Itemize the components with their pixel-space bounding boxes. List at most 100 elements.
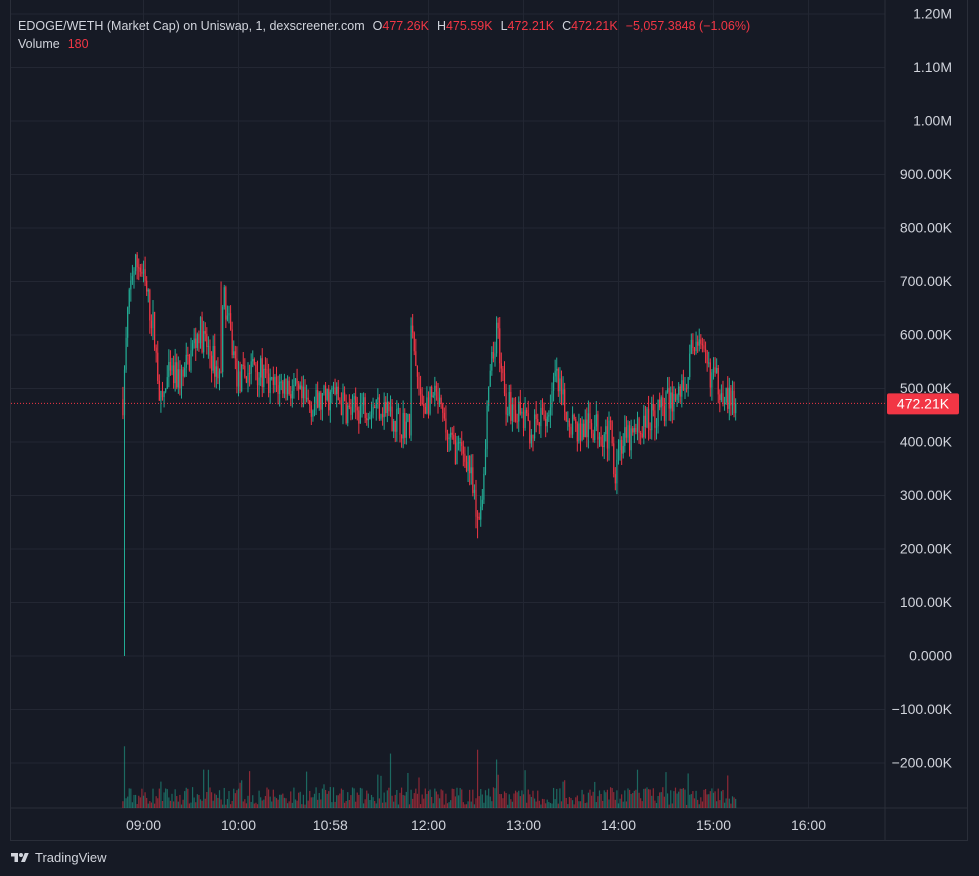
volume-bar bbox=[499, 794, 501, 808]
candle-body bbox=[473, 489, 476, 493]
volume-bar bbox=[654, 800, 656, 808]
candle-body bbox=[293, 384, 295, 391]
volume-bar bbox=[431, 796, 433, 808]
candle-body bbox=[302, 386, 305, 399]
candle-body bbox=[598, 436, 601, 440]
candle-body bbox=[575, 419, 577, 424]
candle-body bbox=[552, 376, 555, 391]
candle-body bbox=[478, 516, 480, 520]
tradingview-brand: TradingView bbox=[35, 850, 107, 865]
candle-body bbox=[554, 370, 556, 377]
volume-bar bbox=[497, 774, 499, 808]
volume-bar bbox=[674, 787, 677, 808]
candle-body bbox=[687, 376, 689, 389]
candlestick-chart[interactable]: 1.20M 1.10M 1.00M 900.00K 800.00K 700.00K 600.… bbox=[0, 0, 979, 876]
candle-body bbox=[320, 392, 322, 410]
candle-body bbox=[725, 387, 727, 403]
candle-body bbox=[255, 364, 257, 372]
volume-bar bbox=[286, 803, 289, 808]
x-tick-label: 09:00 bbox=[126, 817, 161, 833]
candle-body bbox=[155, 347, 157, 353]
volume-bar bbox=[324, 789, 327, 808]
candle-body bbox=[184, 367, 186, 377]
close-label: C bbox=[562, 19, 572, 33]
candle-body bbox=[644, 415, 647, 428]
volume-bar bbox=[448, 802, 450, 808]
candle-body bbox=[679, 386, 681, 397]
volume-bar bbox=[218, 790, 221, 808]
volume-bar bbox=[598, 790, 601, 808]
volume-bar bbox=[473, 804, 476, 808]
volume-bar bbox=[652, 788, 654, 808]
volume-bar bbox=[644, 788, 647, 808]
candle-body bbox=[701, 343, 704, 346]
volume-bar bbox=[524, 770, 526, 808]
candle-body bbox=[435, 385, 438, 392]
volume-bar bbox=[312, 797, 314, 808]
volume-bar bbox=[358, 794, 360, 808]
volume-bar bbox=[717, 788, 719, 808]
candle-body bbox=[633, 427, 635, 433]
candle-body bbox=[704, 348, 707, 351]
volume-bar bbox=[484, 790, 487, 808]
candle-body bbox=[272, 377, 274, 385]
volume-bar bbox=[519, 796, 521, 808]
change-value: −5,057.3848 (−1.06%) bbox=[625, 19, 751, 33]
candle-body bbox=[226, 315, 229, 320]
candle-body bbox=[619, 439, 621, 451]
volume-bar bbox=[500, 794, 502, 808]
candle-body bbox=[647, 408, 650, 429]
candle-body bbox=[220, 371, 222, 373]
volume-bar bbox=[244, 799, 246, 808]
candle-body bbox=[266, 369, 268, 374]
low-value: 472.21K bbox=[507, 19, 555, 33]
candle-body bbox=[375, 399, 377, 409]
candle-body bbox=[728, 387, 730, 409]
tradingview-attribution[interactable]: TradingView bbox=[10, 850, 107, 865]
candle-body bbox=[399, 408, 401, 435]
volume-bar bbox=[267, 789, 270, 808]
candle-body bbox=[663, 406, 666, 421]
volume-bar bbox=[396, 789, 398, 808]
volume-bar bbox=[630, 793, 632, 808]
candle-body bbox=[609, 420, 612, 422]
volume-bar bbox=[611, 788, 613, 808]
candle-body bbox=[130, 280, 132, 290]
volume-bar bbox=[182, 799, 184, 808]
candle-body bbox=[131, 276, 134, 281]
candle-body bbox=[594, 426, 596, 440]
candle-body bbox=[123, 369, 126, 416]
volume-bar bbox=[215, 794, 217, 808]
volume-bar bbox=[272, 789, 274, 808]
volume-bar bbox=[291, 802, 293, 808]
candle-body bbox=[530, 434, 533, 444]
volume-bar bbox=[204, 798, 206, 808]
candle-body bbox=[133, 271, 135, 277]
volume-bar bbox=[158, 788, 160, 808]
candle-body bbox=[638, 418, 640, 433]
volume-bar bbox=[429, 789, 431, 808]
volume-bar bbox=[619, 798, 621, 808]
candle-body bbox=[215, 366, 217, 377]
candle-body bbox=[709, 362, 711, 388]
volume-bar bbox=[701, 801, 704, 808]
volume-bar bbox=[260, 797, 262, 808]
candle-body bbox=[397, 408, 400, 410]
volume-bar bbox=[443, 804, 445, 808]
candle-body bbox=[690, 339, 692, 354]
volume-bar bbox=[410, 789, 412, 808]
candle-body bbox=[595, 414, 597, 427]
volume-bar bbox=[514, 790, 517, 808]
candle-body bbox=[518, 401, 520, 422]
volume-bar bbox=[160, 781, 162, 808]
volume-bar bbox=[568, 796, 571, 808]
candle-body bbox=[334, 387, 336, 395]
volume-bar bbox=[366, 790, 368, 808]
volume-bar bbox=[383, 792, 385, 808]
y-tick-label: 200.00K bbox=[900, 541, 953, 557]
volume-bar bbox=[521, 790, 523, 808]
candle-body bbox=[207, 346, 210, 348]
candle-body bbox=[337, 386, 339, 401]
volume-bar bbox=[435, 791, 438, 808]
volume-bar bbox=[171, 793, 173, 808]
